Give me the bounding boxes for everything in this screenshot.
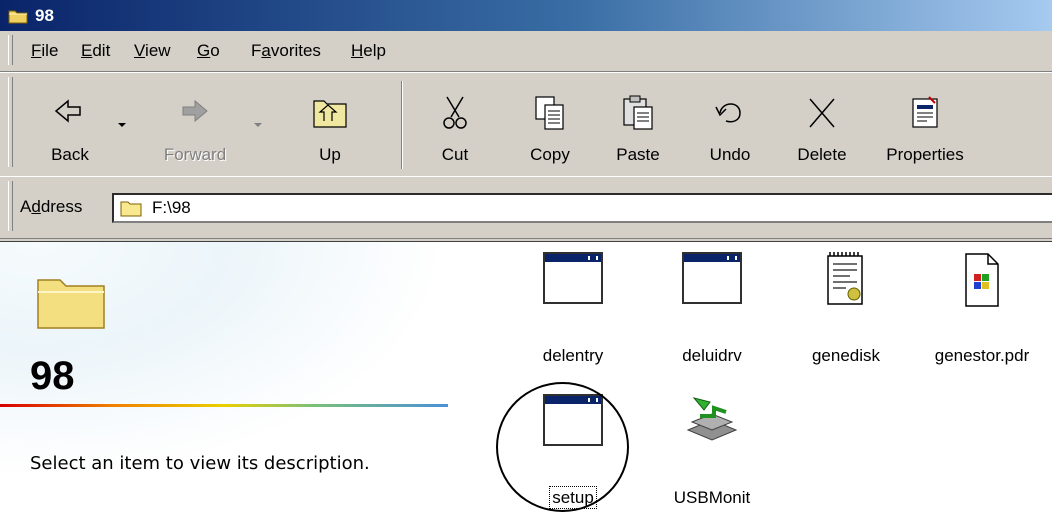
copy-button[interactable]: Copy (510, 81, 590, 173)
up-label: Up (319, 145, 341, 164)
menu-bar: File Edit View Go Favorites Help (0, 31, 1052, 72)
menu-go[interactable]: Go (194, 41, 223, 61)
toolbar-separator (401, 81, 403, 169)
menu-favorites-accel: a (261, 41, 271, 60)
usb-monitor-icon (686, 397, 738, 441)
undo-label: Undo (709, 145, 751, 164)
app-window-icon (682, 252, 742, 304)
file-name: genedisk (811, 346, 881, 365)
forward-label: Forward (163, 145, 227, 164)
menu-grip[interactable] (8, 35, 13, 65)
back-arrow-icon (54, 99, 81, 123)
file-deluidrv[interactable]: deluidrv (652, 250, 772, 370)
standard-toolbar: Back Forward Up Cut Copy Paste Undo Dele… (0, 72, 1052, 177)
file-name: USBMonit (673, 488, 751, 507)
paste-icon (623, 95, 653, 130)
menu-view-accel: V (134, 41, 146, 60)
file-usbmonit[interactable]: USBMonit (652, 392, 772, 512)
menu-favorites-rest: vorites (270, 41, 321, 60)
properties-label: Properties (886, 145, 964, 164)
file-name: delentry (542, 346, 604, 365)
file-name: genestor.pdr (934, 346, 1030, 365)
item-description: Select an item to view its description. (30, 453, 370, 474)
large-folder-icon (37, 279, 105, 329)
delete-label: Delete (797, 145, 847, 164)
explorer-chrome: File Edit View Go Favorites Help Back Fo… (0, 31, 1052, 238)
properties-button[interactable]: Properties (870, 81, 980, 173)
menu-help[interactable]: Help (348, 41, 389, 61)
menu-go-accel: G (197, 41, 211, 60)
address-grip[interactable] (8, 181, 13, 231)
back-label: Back (51, 145, 89, 164)
menu-file-rest: ile (41, 41, 59, 60)
folder-icon[interactable] (8, 8, 28, 24)
menu-edit[interactable]: Edit (78, 41, 113, 61)
menu-go-rest: o (210, 41, 220, 60)
menu-favorites-pre: F (251, 41, 262, 60)
app-window-icon (543, 252, 603, 304)
back-dropdown-arrow[interactable] (118, 123, 126, 127)
menu-favorites[interactable]: Favorites (248, 41, 324, 61)
menu-view[interactable]: View (131, 41, 174, 61)
up-folder-icon (313, 100, 347, 128)
menu-file-accel: F (31, 41, 42, 60)
forward-dropdown-arrow[interactable] (254, 123, 262, 127)
undo-icon (715, 103, 741, 123)
cut-button[interactable]: Cut (415, 81, 495, 173)
address-input[interactable]: F:\98 (112, 193, 1052, 223)
paste-label: Paste (616, 145, 660, 164)
address-label: Address (20, 197, 83, 216)
forward-arrow-icon (182, 99, 208, 123)
cut-label: Cut (441, 145, 469, 164)
file-delentry[interactable]: delentry (513, 250, 633, 370)
config-file-icon (827, 252, 863, 305)
menu-view-rest: iew (145, 41, 171, 60)
title-bar: 98 (0, 0, 1052, 31)
delete-button[interactable]: Delete (780, 81, 864, 173)
file-name: deluidrv (682, 346, 742, 365)
menu-edit-accel: E (81, 41, 93, 60)
folder-info-pane: 98 Select an item to view its descriptio… (0, 242, 480, 497)
menu-edit-rest: dit (92, 41, 111, 60)
forward-button[interactable]: Forward (140, 81, 250, 173)
driver-file-icon (965, 253, 999, 307)
highlight-circle (496, 382, 629, 512)
copy-icon (535, 96, 564, 130)
title-underline (0, 404, 448, 407)
address-bar: Address F:\98 (0, 176, 1052, 239)
address-folder-icon (120, 201, 142, 217)
copy-label: Copy (530, 145, 570, 164)
menu-help-accel: H (351, 41, 364, 60)
menu-help-rest: elp (363, 41, 386, 60)
properties-icon (912, 96, 938, 128)
window-title: 98 (35, 5, 54, 25)
folder-title: 98 (30, 354, 75, 398)
file-genedisk[interactable]: genedisk (786, 250, 906, 370)
toolbar-grip[interactable] (8, 77, 13, 167)
paste-button[interactable]: Paste (598, 81, 678, 173)
up-button[interactable]: Up (290, 81, 370, 173)
scissors-icon (443, 96, 467, 129)
undo-button[interactable]: Undo (690, 81, 770, 173)
delete-x-icon (809, 98, 835, 128)
menu-file[interactable]: File (28, 41, 61, 61)
back-button[interactable]: Back (30, 81, 110, 173)
file-genestor-pdr[interactable]: genestor.pdr (922, 250, 1042, 370)
address-value: F:\98 (152, 198, 191, 217)
